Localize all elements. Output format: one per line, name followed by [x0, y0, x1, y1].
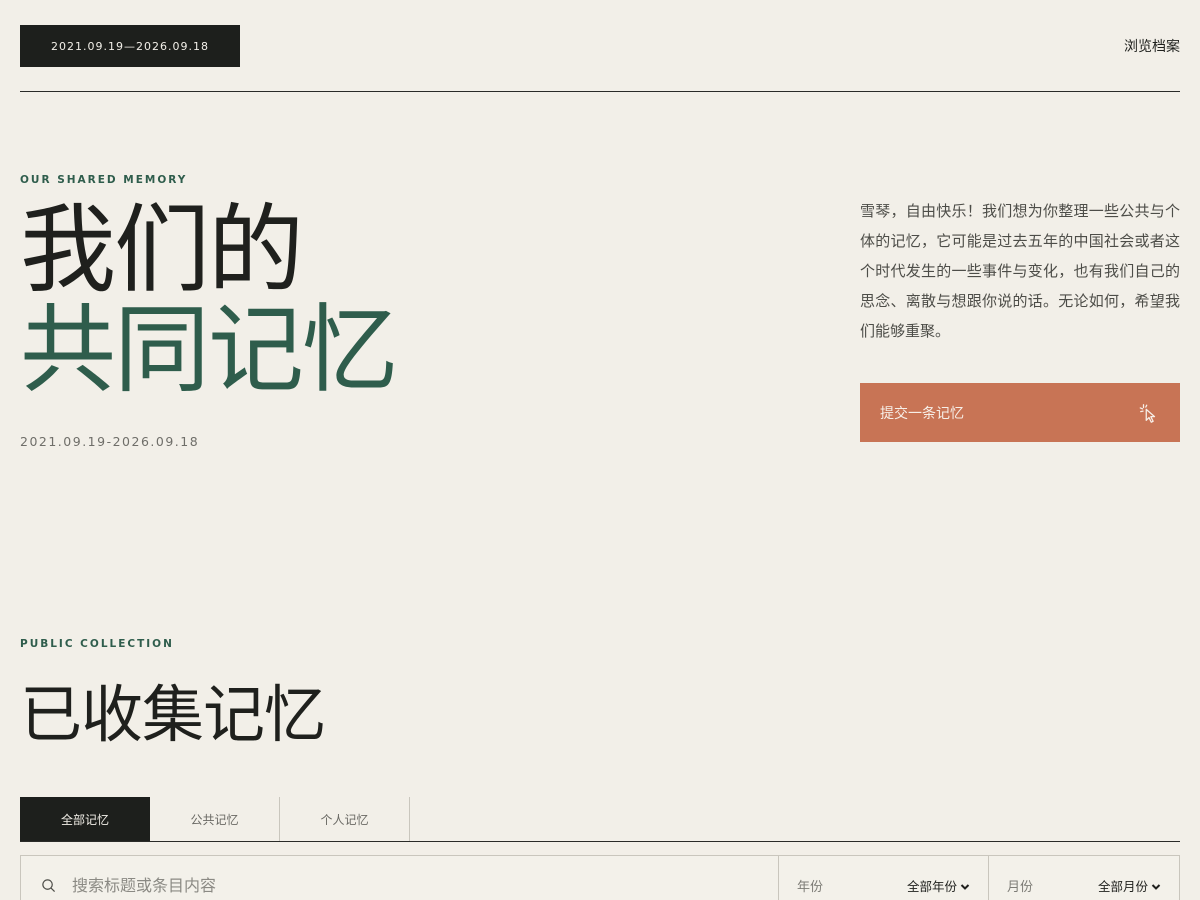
tab-personal-memories[interactable]: 个人记忆	[280, 797, 410, 841]
year-select-label: 年份	[797, 879, 824, 895]
year-select[interactable]: 年份 全部年份	[779, 856, 989, 900]
submit-memory-label: 提交一条记忆	[880, 405, 964, 422]
date-range-badge: 2021.09.19—2026.09.18	[20, 25, 240, 67]
header-divider	[20, 91, 1180, 92]
memory-filter-tabs: 全部记忆 公共记忆 个人记忆	[20, 797, 1180, 842]
month-select-value: 全部月份	[1097, 878, 1148, 894]
browse-archive-link[interactable]: 浏览档案	[1124, 36, 1180, 56]
search-input[interactable]	[72, 875, 672, 895]
month-select-value-wrap: 全部月份	[1098, 876, 1161, 895]
submit-memory-button[interactable]: 提交一条记忆	[860, 383, 1180, 442]
search-icon	[41, 878, 56, 893]
hero-date-range: 2021.09.19-2026.09.18	[20, 434, 200, 449]
month-select-label: 月份	[1007, 879, 1034, 895]
hero-description: 雪琴，自由快乐！我们想为你整理一些公共与个体的记忆，它可能是过去五年的中国社会或…	[860, 202, 1180, 340]
page: 2021.09.19—2026.09.18 浏览档案 OUR SHARED ME…	[0, 0, 1200, 900]
year-select-value: 全部年份	[906, 878, 957, 894]
month-select[interactable]: 月份 全部月份	[989, 856, 1179, 900]
search-box	[21, 856, 779, 900]
tab-all-memories[interactable]: 全部记忆	[20, 797, 150, 841]
year-select-value-wrap: 全部年份	[907, 876, 970, 895]
filter-bar: 年份 全部年份 月份 全部月份	[20, 855, 1180, 900]
hero-title-line2: 共同记忆	[20, 294, 398, 406]
hero-title-line1: 我们的	[20, 194, 304, 306]
hero-eyebrow: OUR SHARED MEMORY	[20, 174, 188, 186]
cursor-click-icon	[1138, 402, 1160, 424]
hero-title: 我们的 共同记忆	[20, 194, 398, 406]
collection-eyebrow: PUBLIC COLLECTION	[20, 638, 174, 650]
chevron-down-icon	[1151, 880, 1161, 890]
tab-public-memories[interactable]: 公共记忆	[150, 797, 280, 841]
collection-title: 已收集记忆	[20, 678, 326, 751]
chevron-down-icon	[960, 880, 970, 890]
